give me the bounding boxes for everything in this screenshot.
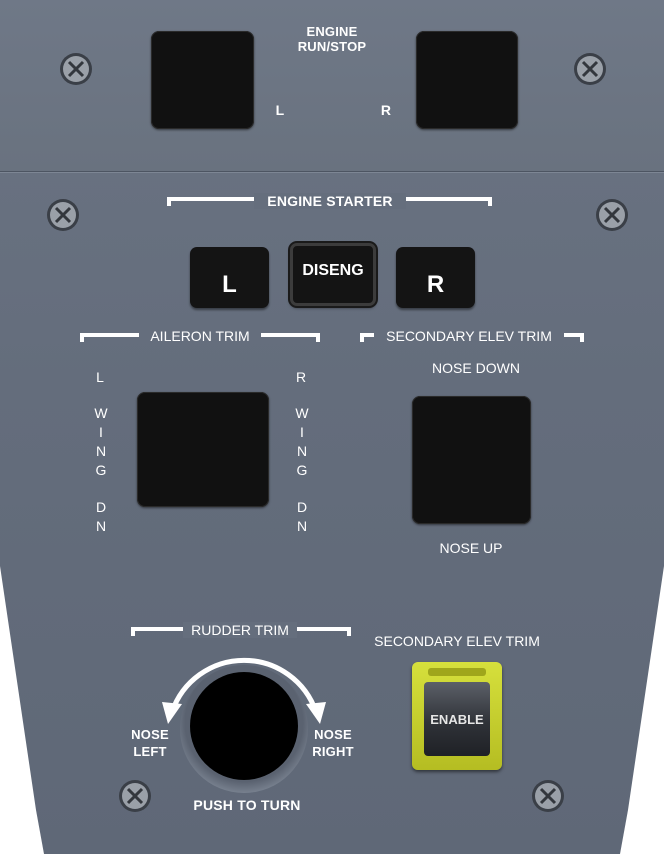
secondary-elev-trim-enable-title: SECONDARY ELEV TRIM <box>374 633 540 649</box>
screw-icon <box>119 780 151 812</box>
enable-guard-cover[interactable]: ENABLE <box>412 662 502 770</box>
nose-down-label: NOSE DOWN <box>432 360 520 376</box>
nose-left-line2: LEFT <box>133 744 167 759</box>
engine-run-stop-title: ENGINE RUN/STOP <box>282 24 382 54</box>
letter: N <box>296 518 308 534</box>
engine-starter-left-button[interactable]: L <box>190 247 269 308</box>
letter: N <box>296 443 308 459</box>
aileron-trim-right-label: R <box>295 369 307 385</box>
aileron-left-dn-label: D N <box>94 498 108 536</box>
aileron-trim-left-label: L <box>96 369 104 385</box>
secondary-elev-trim-switch[interactable] <box>412 396 531 524</box>
secondary-elev-trim-title: SECONDARY ELEV TRIM <box>374 328 564 344</box>
engine-run-stop-title-line2: RUN/STOP <box>297 39 367 54</box>
nose-left-label: NOSE LEFT <box>122 726 178 760</box>
letter: W <box>94 405 108 421</box>
letter: G <box>95 462 107 478</box>
aileron-trim-title: AILERON TRIM <box>139 328 261 344</box>
engine-run-stop-right-switch[interactable] <box>416 31 518 129</box>
engine-starter-diseng-button[interactable]: DISENG <box>290 243 376 306</box>
engine-run-stop-right-label: R <box>380 102 392 118</box>
engine-starter-title: ENGINE STARTER <box>254 193 406 209</box>
enable-button[interactable]: ENABLE <box>424 682 490 756</box>
letter: N <box>95 443 107 459</box>
aileron-left-wing-label: W I N G <box>94 404 108 480</box>
nose-right-line1: NOSE <box>314 727 352 742</box>
screw-icon <box>532 780 564 812</box>
guard-hinge <box>428 668 486 676</box>
aileron-right-dn-label: D N <box>295 498 309 536</box>
engine-run-stop-left-label: L <box>275 102 285 118</box>
engine-starter-right-button[interactable]: R <box>396 247 475 308</box>
letter: W <box>295 405 309 421</box>
letter: N <box>95 518 107 534</box>
rudder-trim-knob[interactable] <box>190 672 298 780</box>
nose-left-line1: NOSE <box>131 727 169 742</box>
aileron-right-wing-label: W I N G <box>295 404 309 480</box>
screw-icon <box>47 199 79 231</box>
nose-right-line2: RIGHT <box>312 744 354 759</box>
screw-icon <box>596 199 628 231</box>
aileron-trim-switch[interactable] <box>137 392 269 507</box>
letter: I <box>99 424 103 440</box>
letter: D <box>95 499 107 515</box>
screw-icon <box>60 53 92 85</box>
push-to-turn-label: PUSH TO TURN <box>193 797 301 813</box>
letter: G <box>296 462 308 478</box>
engine-run-stop-left-switch[interactable] <box>151 31 254 129</box>
nose-up-label: NOSE UP <box>439 540 503 556</box>
letter: I <box>300 424 304 440</box>
letter: D <box>296 499 308 515</box>
overhead-panel: ENGINE RUN/STOP L R ENGINE STARTER L DIS… <box>0 0 664 854</box>
nose-right-label: NOSE RIGHT <box>305 726 361 760</box>
engine-run-stop-title-line1: ENGINE <box>306 24 358 39</box>
screw-icon <box>574 53 606 85</box>
rudder-trim-title: RUDDER TRIM <box>183 622 297 638</box>
